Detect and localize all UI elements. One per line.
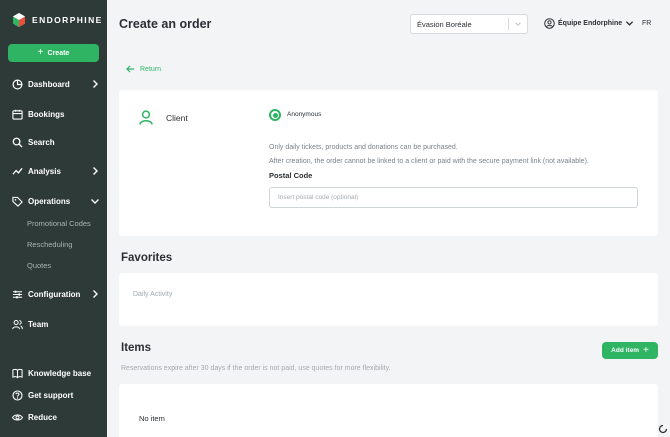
select-separator <box>508 18 509 30</box>
calendar-icon <box>12 109 23 120</box>
sidebar: ENDORPHINE + Create Dashboard Bookings S… <box>0 0 107 437</box>
tag-icon <box>12 196 23 207</box>
create-button-label: Create <box>47 49 70 57</box>
chevron-down-icon <box>515 22 521 26</box>
sidebar-item-label: Team <box>28 319 49 329</box>
no-item-label: No item <box>139 414 165 423</box>
team-menu[interactable]: Équipe Endorphine <box>544 18 634 29</box>
page-title: Create an order <box>119 17 212 31</box>
items-card: No item <box>119 384 658 437</box>
eye-icon <box>12 413 23 421</box>
arrow-left-icon <box>126 65 135 73</box>
users-icon <box>12 319 23 329</box>
favorite-item-daily-activity[interactable]: Daily Activity <box>133 291 172 298</box>
organization-select-value: Évasion Boréale <box>417 20 472 29</box>
brand-logo[interactable]: ENDORPHINE <box>12 13 103 27</box>
book-icon <box>12 368 23 378</box>
sidebar-subitem-promotional-codes[interactable]: Promotional Codes <box>27 219 91 228</box>
line-chart-icon <box>12 167 23 175</box>
client-note-line1: Only daily tickets, products and donatio… <box>269 144 458 151</box>
sidebar-item-get-support[interactable]: Get support <box>12 387 100 403</box>
sidebar-item-label: Knowledge base <box>28 368 92 378</box>
team-menu-label: Équipe Endorphine <box>558 20 623 27</box>
add-item-button[interactable]: Add item + <box>602 342 658 359</box>
sidebar-item-search[interactable]: Search <box>12 134 100 150</box>
user-icon <box>139 110 153 125</box>
brand-name: ENDORPHINE <box>32 15 103 25</box>
chevron-right-icon <box>93 290 98 298</box>
anonymous-radio-label[interactable]: Anonymous <box>287 111 321 118</box>
chevron-down-icon <box>91 199 99 204</box>
sidebar-item-label: Dashboard <box>28 79 70 89</box>
sidebar-item-operations[interactable]: Operations <box>12 193 100 209</box>
sidebar-item-label: Operations <box>28 196 71 206</box>
items-note: Reservations expire after 30 days if the… <box>121 365 391 372</box>
chevron-right-icon <box>93 167 98 175</box>
sidebar-subitem-rescheduling[interactable]: Rescheduling <box>27 240 72 249</box>
items-title: Items <box>121 342 152 354</box>
search-icon <box>12 137 23 148</box>
sidebar-item-label: Configuration <box>28 289 81 299</box>
sidebar-item-bookings[interactable]: Bookings <box>12 106 100 122</box>
sidebar-item-label: Analysis <box>28 166 61 176</box>
help-circle-icon <box>12 389 23 401</box>
return-link-label: Return <box>140 65 162 73</box>
sidebar-item-configuration[interactable]: Configuration <box>12 286 100 302</box>
endorphine-logo-icon <box>13 13 25 27</box>
sidebar-item-analysis[interactable]: Analysis <box>12 163 100 179</box>
sidebar-item-team[interactable]: Team <box>12 316 100 332</box>
sidebar-item-label: Bookings <box>28 109 65 119</box>
favorites-card: Daily Activity <box>119 273 658 326</box>
client-label: Client <box>166 113 188 123</box>
add-item-button-label: Add item <box>611 347 639 354</box>
sidebar-subitem-quotes[interactable]: Quotes <box>27 261 51 270</box>
client-note-line2: After creation, the order cannot be link… <box>269 158 589 165</box>
sidebar-item-reduce[interactable]: Reduce <box>12 409 100 425</box>
sidebar-item-label: Get support <box>28 390 74 400</box>
sliders-icon <box>12 290 23 298</box>
language-switch[interactable]: FR <box>642 20 651 27</box>
organization-select[interactable]: Évasion Boréale <box>410 14 528 34</box>
plus-icon: + <box>37 47 44 58</box>
user-circle-icon <box>544 18 555 29</box>
sidebar-item-label: Reduce <box>28 412 57 422</box>
sidebar-item-dashboard[interactable]: Dashboard <box>12 76 100 92</box>
anonymous-radio[interactable] <box>269 109 281 121</box>
chevron-right-icon <box>93 80 98 88</box>
return-link[interactable]: Return <box>126 65 161 73</box>
postal-code-input[interactable] <box>269 187 638 208</box>
plus-icon: + <box>642 344 649 356</box>
chevron-down-icon <box>626 21 634 26</box>
client-card: Client Anonymous Only daily tickets, pro… <box>119 90 658 236</box>
sidebar-item-knowledge-base[interactable]: Knowledge base <box>12 365 100 381</box>
postal-code-label: Postal Code <box>269 171 313 180</box>
pie-chart-icon <box>12 79 23 89</box>
sidebar-item-label: Search <box>28 137 55 147</box>
favorites-title: Favorites <box>121 252 173 264</box>
loading-spinner-icon <box>658 424 668 434</box>
create-button[interactable]: + Create <box>8 44 99 62</box>
